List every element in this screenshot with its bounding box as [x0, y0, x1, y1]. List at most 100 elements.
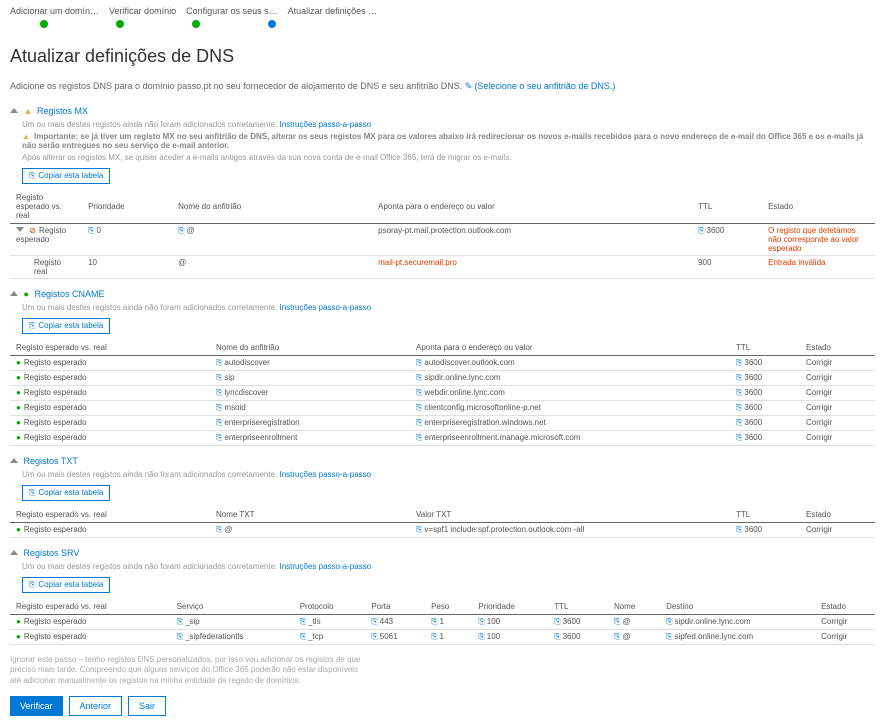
copy-icon[interactable]: ⎘ [736, 418, 742, 427]
copy-icon[interactable]: ⎘ [736, 403, 742, 412]
copy-icon[interactable]: ⎘ [177, 632, 183, 641]
ok-icon: ● [16, 525, 21, 534]
copy-icon[interactable]: ⎘ [216, 418, 222, 427]
table-row[interactable]: ●Registo esperado⎘msoid⎘clientconfig.mic… [10, 401, 875, 416]
section-srv-title: Registos SRV [24, 548, 80, 558]
table-row[interactable]: ●Registo esperado⎘autodiscover⎘autodisco… [10, 356, 875, 371]
section-txt-toggle[interactable]: Registos TXT [10, 456, 875, 466]
copy-icon[interactable]: ⎘ [416, 433, 422, 442]
section-mx-toggle[interactable]: ▲ Registos MX [10, 106, 875, 116]
error-icon: ⊘ [29, 226, 36, 235]
exit-button[interactable]: Sair [128, 696, 166, 716]
chevron-up-icon [10, 458, 18, 463]
copy-icon[interactable]: ⎘ [300, 632, 306, 641]
table-row[interactable]: ●Registo esperado⎘sip⎘sipdir.online.lync… [10, 371, 875, 386]
copy-icon[interactable]: ⎘ [431, 632, 437, 641]
copy-icon: ⎘ [29, 171, 35, 180]
copy-icon[interactable]: ⎘ [736, 373, 742, 382]
copy-icon[interactable]: ⎘ [736, 525, 742, 534]
table-row[interactable]: ⊘Registo esperado ⎘0 ⎘@ psoray-pt.mail.p… [10, 224, 875, 256]
col-record: Registo esperado vs. real [10, 599, 171, 615]
copy-icon[interactable]: ⎘ [216, 388, 222, 397]
copy-icon: ⎘ [29, 488, 35, 497]
copy-icon[interactable]: ⎘ [431, 617, 437, 626]
ok-icon: ● [16, 632, 21, 641]
copy-icon[interactable]: ⎘ [88, 226, 94, 235]
copy-icon[interactable]: ⎘ [177, 617, 183, 626]
copy-icon[interactable]: ⎘ [416, 358, 422, 367]
copy-icon[interactable]: ⎘ [216, 358, 222, 367]
mx-after-note: Após alterar os registos MX, se quiser a… [22, 153, 875, 162]
copy-icon[interactable]: ⎘ [736, 358, 742, 367]
txt-note-text: Um ou mais destes registos ainda não for… [22, 470, 277, 479]
txt-instructions-link[interactable]: Instruções passo-a-passo [279, 470, 371, 479]
cname-instructions-link[interactable]: Instruções passo-a-passo [279, 303, 371, 312]
table-row[interactable]: ●Registo esperado⎘enterpriseregistration… [10, 416, 875, 431]
copy-icon[interactable]: ⎘ [416, 525, 422, 534]
copy-icon[interactable]: ⎘ [178, 226, 184, 235]
wizard-steps: Adicionar um domín… Verificar domínio Co… [10, 6, 875, 18]
ok-icon: ● [16, 358, 21, 367]
copy-icon: ⎘ [29, 580, 35, 589]
table-row[interactable]: ●Registo esperado⎘enterpriseenrollment⎘e… [10, 431, 875, 446]
cell-ttl: 3600 [707, 226, 725, 235]
select-host-link[interactable]: (Selecione o seu anfitrião de DNS.) [474, 81, 615, 91]
table-row[interactable]: ●Registo esperado⎘_sipfederationtls⎘_tcp… [10, 630, 875, 645]
step-2[interactable]: Verificar domínio [109, 6, 176, 18]
copy-icon[interactable]: ⎘ [216, 403, 222, 412]
table-row[interactable]: ●Registo esperado⎘_sip⎘_tls⎘443⎘1⎘100⎘36… [10, 615, 875, 630]
table-row[interactable]: ●Registo esperado⎘@⎘v=spf1 include:spf.p… [10, 523, 875, 538]
copy-icon[interactable]: ⎘ [300, 617, 306, 626]
intro-line: Adicione os registos DNS para o domínio … [10, 81, 462, 91]
step-1[interactable]: Adicionar um domín… [10, 6, 99, 18]
cell-ttl: 900 [692, 256, 762, 279]
step-3[interactable]: Configurar os seus s… [186, 6, 278, 18]
copy-icon[interactable]: ⎘ [416, 373, 422, 382]
copy-table-srv-button[interactable]: ⎘Copiar esta tabela [22, 577, 110, 593]
copy-icon[interactable]: ⎘ [554, 632, 560, 641]
back-button[interactable]: Anterior [69, 696, 123, 716]
copy-icon[interactable]: ⎘ [666, 617, 672, 626]
copy-icon[interactable]: ⎘ [216, 525, 222, 534]
copy-icon[interactable]: ⎘ [736, 388, 742, 397]
copy-table-mx-button[interactable]: ⎘Copiar esta tabela [22, 168, 110, 184]
col-weight: Peso [425, 599, 472, 615]
copy-icon[interactable]: ⎘ [216, 373, 222, 382]
copy-icon[interactable]: ⎘ [416, 418, 422, 427]
table-row[interactable]: Registo real 10 @ mail-pt.securemail.pro… [10, 256, 875, 279]
copy-icon[interactable]: ⎘ [478, 617, 484, 626]
cell-prio: 0 [97, 226, 101, 235]
chevron-down-icon[interactable] [16, 227, 24, 232]
col-host: Nome do anfitrião [210, 340, 410, 356]
copy-icon[interactable]: ⎘ [614, 617, 620, 626]
col-target: Valor TXT [410, 507, 730, 523]
section-cname-toggle[interactable]: ● Registos CNAME [10, 289, 875, 299]
cell-state: O registo que detetámos não corresponde … [762, 224, 875, 256]
copy-icon[interactable]: ⎘ [614, 632, 620, 641]
copy-table-txt-button[interactable]: ⎘Copiar esta tabela [22, 485, 110, 501]
copy-icon[interactable]: ⎘ [666, 632, 672, 641]
srv-instructions-link[interactable]: Instruções passo-a-passo [279, 562, 371, 571]
copy-icon[interactable]: ⎘ [698, 226, 704, 235]
copy-icon[interactable]: ⎘ [371, 617, 377, 626]
srv-table: Registo esperado vs. real Serviço Protoc… [10, 599, 875, 645]
verify-button[interactable]: Verificar [10, 696, 63, 716]
copy-icon[interactable]: ⎘ [416, 388, 422, 397]
section-srv-toggle[interactable]: Registos SRV [10, 548, 875, 558]
copy-icon[interactable]: ⎘ [478, 632, 484, 641]
copy-icon[interactable]: ⎘ [736, 433, 742, 442]
edit-icon[interactable]: ✎ [465, 81, 473, 91]
copy-icon[interactable]: ⎘ [416, 403, 422, 412]
copy-icon[interactable]: ⎘ [371, 632, 377, 641]
copy-icon[interactable]: ⎘ [554, 617, 560, 626]
copy-icon[interactable]: ⎘ [216, 433, 222, 442]
copy-table-cname-button[interactable]: ⎘Copiar esta tabela [22, 318, 110, 334]
ok-icon: ● [16, 373, 21, 382]
step-4[interactable]: Atualizar definições … [288, 6, 378, 18]
cell-state: Entrada inválida [762, 256, 875, 279]
table-row[interactable]: ●Registo esperado⎘lyncdiscover⎘webdir.on… [10, 386, 875, 401]
srv-note-text: Um ou mais destes registos ainda não for… [22, 562, 277, 571]
copy-label: Copiar esta tabela [38, 321, 103, 330]
mx-instructions-link[interactable]: Instruções passo-a-passo [279, 120, 371, 129]
col-dest: Destino [660, 599, 815, 615]
